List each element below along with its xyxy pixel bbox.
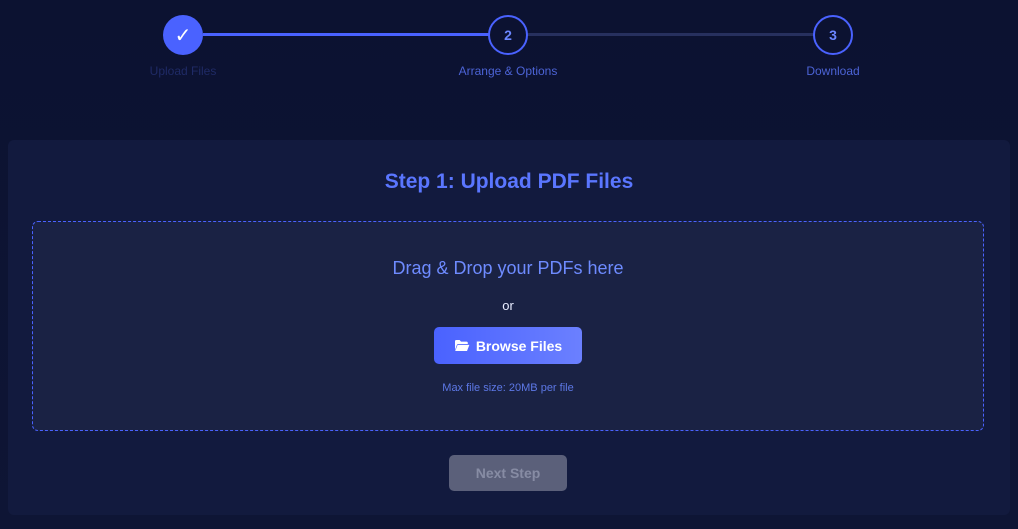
step-number: 2	[504, 27, 512, 43]
browse-files-button[interactable]: Browse Files	[434, 327, 582, 364]
checkmark-icon: ✓	[174, 24, 192, 47]
folder-open-icon	[454, 339, 470, 352]
max-file-size-note: Max file size: 20MB per file	[442, 382, 574, 394]
step-1-indicator: ✓	[163, 15, 203, 55]
page-title: Step 1: Upload PDF Files	[384, 170, 634, 193]
step-2-indicator: 2	[488, 15, 528, 55]
step-connector-pending	[527, 33, 814, 36]
progress-stepper: ✓ 2 3 Upload Files Arrange & Options Dow…	[0, 0, 1018, 100]
file-dropzone[interactable]: Drag & Drop your PDFs here or Browse Fil…	[32, 221, 984, 431]
app-root: ✓ 2 3 Upload Files Arrange & Options Dow…	[0, 0, 1018, 529]
upload-card: Step 1: Upload PDF Files Drag & Drop you…	[8, 140, 1010, 515]
step-1-label: Upload Files	[149, 64, 217, 78]
next-step-button[interactable]: Next Step	[449, 455, 567, 491]
step-connector-complete	[203, 33, 489, 36]
step-3-indicator: 3	[813, 15, 853, 55]
drop-instruction: Drag & Drop your PDFs here	[392, 258, 624, 278]
step-3-label: Download	[806, 64, 860, 78]
step-2-label: Arrange & Options	[458, 64, 558, 78]
browse-files-label: Browse Files	[475, 337, 563, 354]
or-separator: or	[502, 298, 514, 313]
step-number: 3	[829, 27, 837, 43]
